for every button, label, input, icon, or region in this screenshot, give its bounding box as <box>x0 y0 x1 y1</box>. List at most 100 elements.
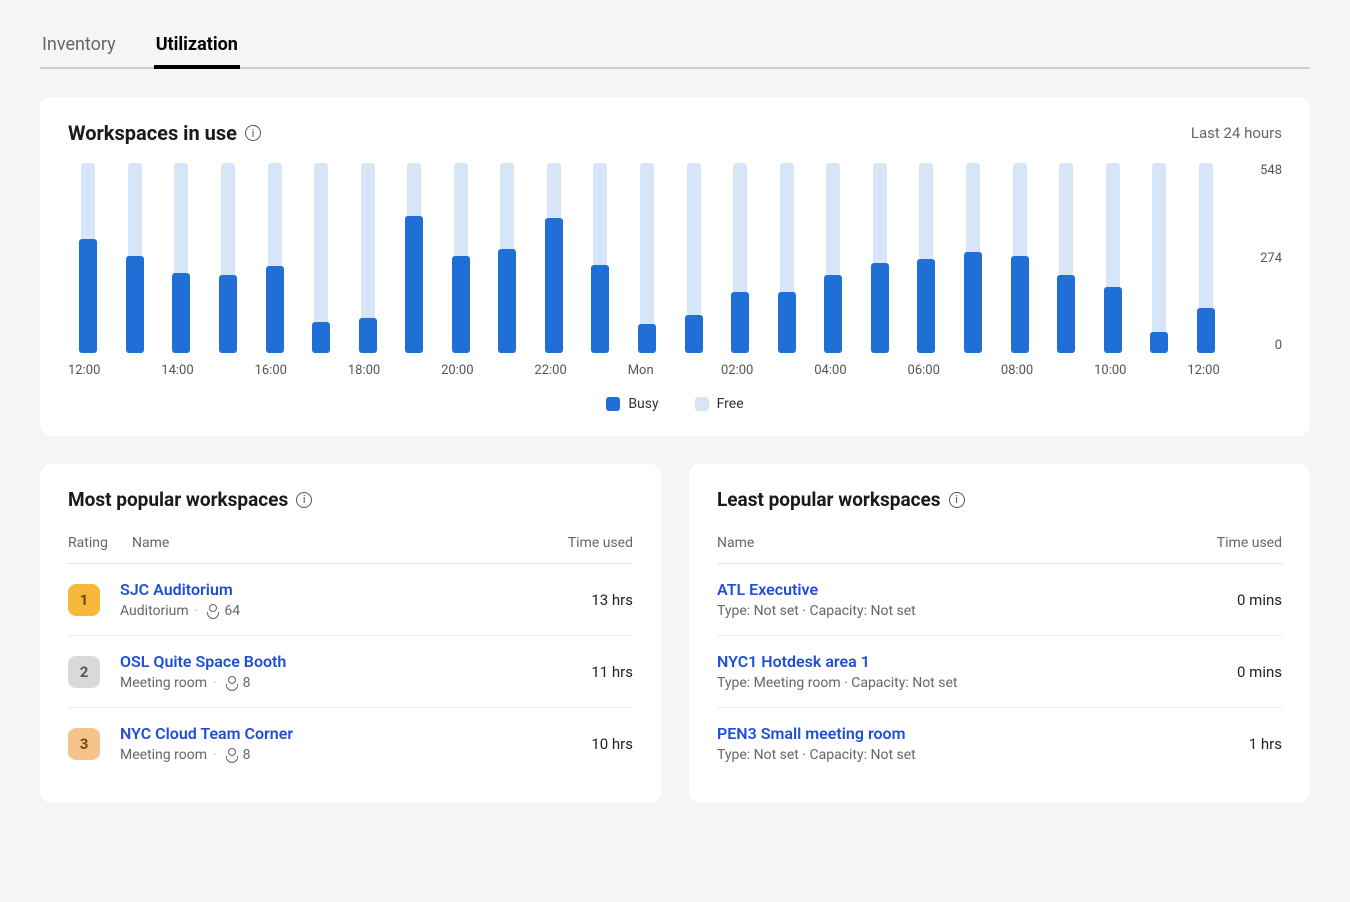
table-row[interactable]: 1SJC AuditoriumAuditorium·6413 hrs <box>68 564 633 636</box>
tab-utilization[interactable]: Utilization <box>154 24 240 67</box>
time-range: Last 24 hours <box>1191 124 1282 142</box>
table-row[interactable]: PEN3 Small meeting room Type: Not set · C… <box>717 708 1282 779</box>
rank-badge: 2 <box>68 656 100 688</box>
least-popular-card: Least popular workspaces i Name Time use… <box>689 464 1310 803</box>
legend-free: Free <box>695 396 744 412</box>
workspace-name[interactable]: OSL Quite Space Booth <box>120 652 533 671</box>
rank-badge: 3 <box>68 728 100 760</box>
least-popular-list: ATL Executive Type: Not set · Capacity: N… <box>717 564 1282 779</box>
y-tick: 0 <box>1275 338 1282 353</box>
card-title-text: Workspaces in use <box>68 121 237 145</box>
x-tick: 12:00 <box>1187 363 1234 378</box>
bar-slot <box>394 163 435 353</box>
table-row[interactable]: NYC1 Hotdesk area 1Type: Meeting room · … <box>717 636 1282 708</box>
bar-slot <box>1092 163 1133 353</box>
time-used: 0 mins <box>1182 591 1282 609</box>
table-row[interactable]: ATL Executive Type: Not set · Capacity: N… <box>717 564 1282 636</box>
workspace-info: OSL Quite Space Booth Meeting room·8 <box>120 652 533 691</box>
bar-slot <box>208 163 249 353</box>
bar-busy <box>1057 275 1075 353</box>
bar-free <box>1152 163 1166 353</box>
dot-separator: · <box>195 603 199 619</box>
x-tick <box>488 363 535 378</box>
workspace-name[interactable]: NYC1 Hotdesk area 1 <box>717 652 1182 671</box>
chart-bars <box>68 163 1234 353</box>
x-tick <box>674 363 721 378</box>
most-popular-card: Most popular workspaces i Rating Name Ti… <box>40 464 661 803</box>
workspace-sub: Auditorium·64 <box>120 603 533 619</box>
x-tick: 14:00 <box>161 363 208 378</box>
workspace-name[interactable]: NYC Cloud Team Corner <box>120 724 533 743</box>
workspace-sub: Type: Not set · Capacity: Not set <box>717 747 1182 763</box>
bar-busy <box>545 218 563 353</box>
bar-slot <box>441 163 482 353</box>
info-icon[interactable]: i <box>296 492 312 508</box>
table-head: Name Time used <box>717 529 1282 564</box>
bar-slot <box>1046 163 1087 353</box>
bar-busy <box>219 275 237 353</box>
bar-busy <box>1197 308 1215 353</box>
x-tick <box>115 363 162 378</box>
bar-busy <box>591 265 609 353</box>
x-tick <box>1047 363 1094 378</box>
bar-slot <box>301 163 342 353</box>
x-tick: 10:00 <box>1094 363 1141 378</box>
info-icon[interactable]: i <box>245 125 261 141</box>
bar-busy <box>1011 256 1029 353</box>
workspace-info: ATL Executive Type: Not set · Capacity: N… <box>717 580 1182 619</box>
x-tick: 16:00 <box>255 363 302 378</box>
bar-slot <box>627 163 668 353</box>
workspace-info: PEN3 Small meeting room Type: Not set · C… <box>717 724 1182 763</box>
bar-busy <box>685 315 703 353</box>
most-popular-title: Most popular workspaces i <box>68 488 633 511</box>
time-used: 10 hrs <box>533 735 633 753</box>
workspace-name[interactable]: SJC Auditorium <box>120 580 533 599</box>
bar-slot <box>813 163 854 353</box>
bar-slot <box>999 163 1040 353</box>
bar-busy <box>405 216 423 353</box>
least-popular-title-text: Least popular workspaces <box>717 488 941 511</box>
col-rating: Rating <box>68 535 132 551</box>
bar-slot <box>1186 163 1227 353</box>
x-tick <box>394 363 441 378</box>
bar-slot <box>580 163 621 353</box>
people-icon <box>223 676 237 690</box>
workspace-name[interactable]: ATL Executive <box>717 580 1182 599</box>
legend-swatch-busy <box>606 397 620 411</box>
most-popular-list: 1SJC AuditoriumAuditorium·6413 hrs2OSL Q… <box>68 564 633 779</box>
dot-separator: · <box>213 675 217 691</box>
workspace-sub: Type: Not set · Capacity: Not set <box>717 603 1182 619</box>
x-tick: 12:00 <box>68 363 115 378</box>
bar-busy <box>79 239 97 353</box>
col-name: Name <box>132 535 533 551</box>
legend-busy: Busy <box>606 396 658 412</box>
time-used: 0 mins <box>1182 663 1282 681</box>
table-row[interactable]: 3 NYC Cloud Team Corner Meeting room·810 h… <box>68 708 633 779</box>
workspace-sub: Meeting room·8 <box>120 747 533 763</box>
most-popular-title-text: Most popular workspaces <box>68 488 288 511</box>
bar-slot <box>534 163 575 353</box>
legend-busy-label: Busy <box>628 396 658 412</box>
bar-busy <box>126 256 144 353</box>
x-tick: 20:00 <box>441 363 488 378</box>
legend-swatch-free <box>695 397 709 411</box>
bar-slot <box>254 163 295 353</box>
x-tick <box>208 363 255 378</box>
bar-busy <box>638 324 656 353</box>
time-used: 1 hrs <box>1182 735 1282 753</box>
bar-slot <box>487 163 528 353</box>
info-icon[interactable]: i <box>949 492 965 508</box>
workspace-type: Meeting room <box>120 747 207 763</box>
legend: Busy Free <box>68 396 1282 412</box>
bar-busy <box>312 322 330 353</box>
bar-busy <box>1104 287 1122 353</box>
workspace-name[interactable]: PEN3 Small meeting room <box>717 724 1182 743</box>
workspace-sub: Meeting room·8 <box>120 675 533 691</box>
tab-inventory[interactable]: Inventory <box>40 24 118 67</box>
table-row[interactable]: 2OSL Quite Space BoothMeeting room·811 h… <box>68 636 633 708</box>
workspace-capacity: 64 <box>224 603 240 619</box>
least-popular-title: Least popular workspaces i <box>717 488 1282 511</box>
bar-busy <box>964 252 982 353</box>
col-time: Time used <box>533 535 633 551</box>
x-axis: 12:0014:0016:0018:0020:0022:00Mon02:0004… <box>68 363 1234 378</box>
